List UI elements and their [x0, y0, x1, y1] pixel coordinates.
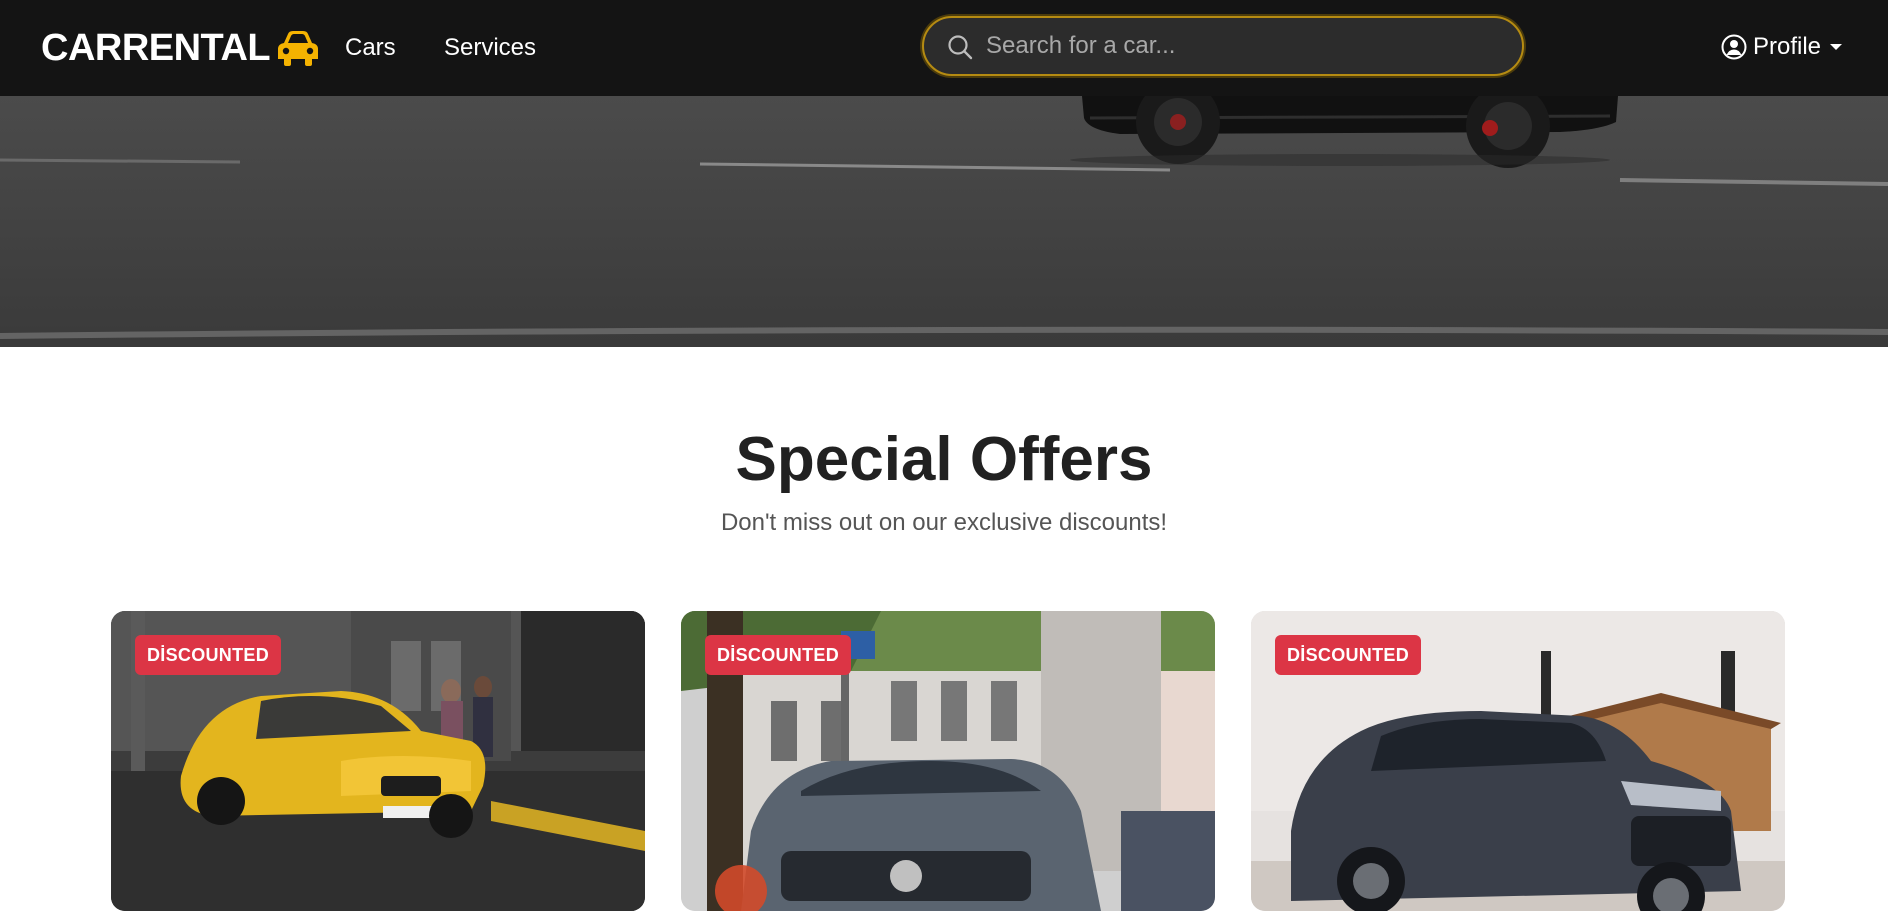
offer-card[interactable]: DİSCOUNTED — [1251, 611, 1785, 911]
hero-road-image — [0, 96, 1888, 347]
discount-badge: DİSCOUNTED — [135, 635, 282, 675]
discount-badge: DİSCOUNTED — [705, 635, 852, 675]
profile-dropdown[interactable]: Profile — [1721, 30, 1843, 64]
car-icon — [278, 31, 319, 66]
hero-banner — [0, 96, 1888, 347]
offer-card[interactable]: DİSCOUNTED — [111, 611, 645, 911]
profile-label: Profile — [1753, 33, 1822, 60]
section-subtitle: Don't miss out on our exclusive discount… — [720, 509, 1168, 536]
offer-card[interactable]: DİSCOUNTED — [681, 611, 1215, 911]
search-icon — [948, 35, 973, 60]
section-title: Special Offers — [735, 425, 1153, 494]
navbar: CARRENTAL Cars Services Profile — [0, 0, 1888, 96]
search-input[interactable] — [984, 26, 1504, 66]
nav-link-cars[interactable]: Cars — [345, 32, 396, 64]
discount-badge: DİSCOUNTED — [1275, 635, 1422, 675]
brand-name: CARRENTAL — [41, 27, 271, 69]
nav-link-services[interactable]: Services — [444, 32, 536, 64]
brand-logo[interactable]: CARRENTAL — [41, 26, 320, 70]
chevron-down-icon — [1830, 44, 1843, 50]
user-circle-icon — [1721, 34, 1747, 60]
search-bar — [922, 16, 1524, 76]
